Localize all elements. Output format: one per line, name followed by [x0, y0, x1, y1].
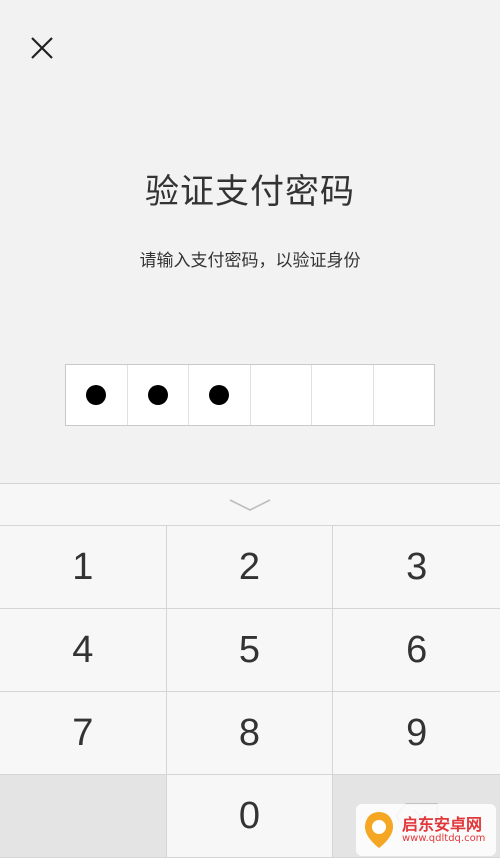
chevron-down-icon: [229, 498, 271, 511]
pin-cell: [189, 365, 251, 425]
page-title: 验证支付密码: [145, 172, 355, 212]
key-2[interactable]: 2: [166, 526, 334, 609]
key-blank: [0, 775, 167, 858]
key-8[interactable]: 8: [166, 692, 334, 775]
watermark-url: www.qdltdq.com: [402, 833, 486, 845]
pin-cell: [251, 365, 312, 425]
keyboard-collapse-button[interactable]: [0, 484, 500, 526]
password-input[interactable]: [65, 364, 435, 426]
key-5[interactable]: 5: [166, 609, 334, 692]
key-3[interactable]: 3: [333, 526, 500, 609]
pin-dot: [147, 385, 168, 405]
brand-logo-icon: [365, 812, 393, 848]
key-0[interactable]: 0: [166, 775, 334, 858]
pin-cell: [374, 365, 435, 425]
numeric-keyboard: 1 2 3 4 5 6 7 8 9 0: [0, 483, 500, 858]
key-6[interactable]: 6: [333, 609, 500, 692]
close-icon: [31, 37, 53, 59]
key-7[interactable]: 7: [0, 692, 167, 775]
pin-dot: [209, 385, 230, 405]
watermark-logo: 启东安卓网 www.qdltdq.com: [356, 804, 496, 856]
close-button[interactable]: [24, 30, 60, 66]
page-subtitle: 请输入支付密码，以验证身份: [139, 251, 361, 271]
key-1[interactable]: 1: [0, 526, 167, 609]
pin-cell: [312, 365, 374, 425]
key-9[interactable]: 9: [333, 692, 500, 775]
key-4[interactable]: 4: [0, 609, 167, 692]
watermark-name: 启东安卓网: [402, 814, 483, 834]
pin-cell: [66, 365, 128, 425]
pin-cell: [128, 365, 189, 425]
pin-dot: [86, 385, 107, 405]
